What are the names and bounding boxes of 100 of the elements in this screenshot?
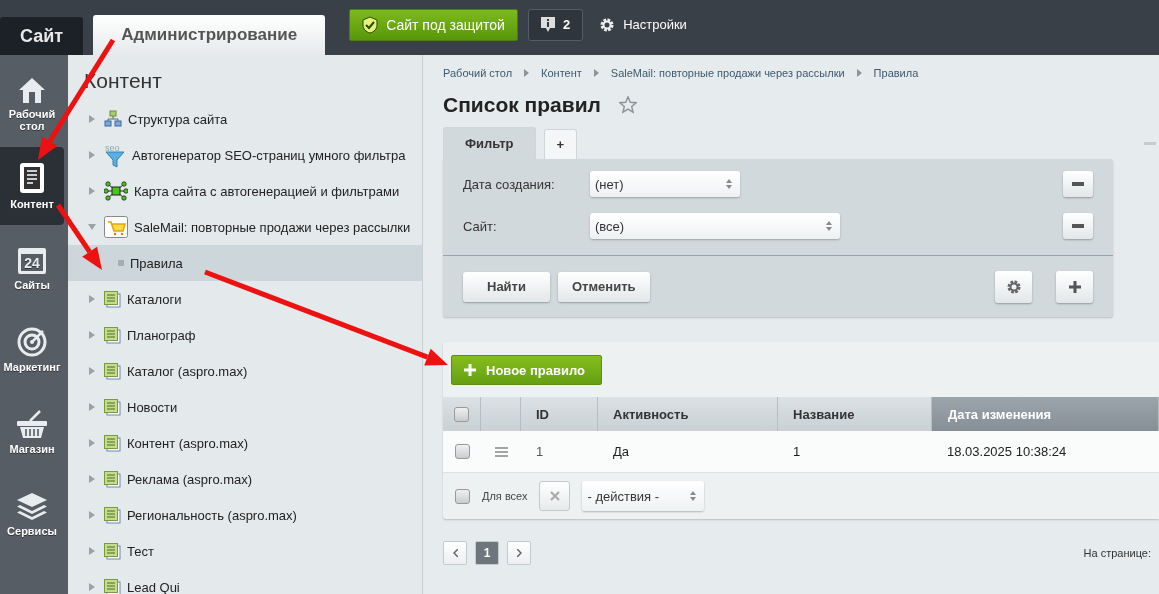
tree-item[interactable]: Планограф: [68, 317, 422, 353]
menu-icon[interactable]: [494, 446, 508, 457]
target-icon: [17, 326, 47, 357]
collapsed-arrow-icon[interactable]: [88, 403, 96, 411]
select-all-checkbox[interactable]: [454, 406, 469, 422]
settings-icon: [1005, 278, 1022, 295]
structure-icon: [104, 110, 122, 128]
tree-item[interactable]: Тест: [68, 533, 422, 569]
previous-page-button[interactable]: [443, 541, 467, 565]
remove-field-button[interactable]: [1063, 213, 1093, 239]
add-field-button[interactable]: [1056, 270, 1093, 303]
plus-icon: [464, 364, 476, 376]
bullet-icon: [118, 260, 124, 266]
tree-item[interactable]: seo Автогенератор SEO-страниц умного фильтра: [68, 137, 422, 173]
dropdown-arrows-icon: [690, 491, 697, 501]
column-header[interactable]: ID: [521, 397, 598, 431]
collapsed-arrow-icon[interactable]: [88, 115, 96, 123]
settings-icon: [599, 16, 616, 33]
tree-item[interactable]: Структура сайта: [68, 101, 422, 137]
cancel-button[interactable]: Отменить: [557, 271, 650, 302]
tree-item[interactable]: Контент (aspro.max): [68, 425, 422, 461]
collapsed-arrow-icon[interactable]: [88, 331, 96, 339]
filter-label: Дата создания:: [463, 176, 556, 192]
column-header[interactable]: Название: [778, 397, 932, 431]
collapsed-arrow-icon[interactable]: [88, 295, 96, 303]
column-header[interactable]: Активность: [598, 397, 778, 431]
shield-icon: [362, 15, 379, 34]
table-cell: 1: [778, 431, 932, 473]
list-icon: [104, 542, 121, 560]
nav-item[interactable]: Магазин: [0, 393, 64, 471]
list-icon: [104, 470, 121, 488]
nav-item[interactable]: Маркетинг: [0, 311, 64, 389]
add-filter-tab[interactable]: +: [543, 129, 578, 159]
nav-item[interactable]: 24 Сайты: [0, 229, 64, 307]
table-cell: Да: [598, 431, 778, 473]
actions-select[interactable]: - действия -: [582, 481, 705, 511]
chevron-icon: [856, 69, 862, 77]
filter-select[interactable]: (все): [590, 213, 840, 239]
page-button[interactable]: 1: [475, 541, 499, 565]
collapsed-arrow-icon[interactable]: [88, 583, 96, 591]
list-icon: [104, 290, 121, 308]
next-page-button[interactable]: [507, 541, 531, 565]
chevron-icon: [524, 69, 530, 77]
filter-select[interactable]: (нет): [590, 171, 740, 197]
table-cell: 18.03.2025 10:38:24: [932, 431, 1159, 473]
tree-item[interactable]: Правила: [68, 245, 422, 281]
breadcrumb-link[interactable]: Рабочий стол: [443, 67, 513, 79]
nav-item[interactable]: Контент: [0, 147, 64, 225]
tree-item[interactable]: Lead Qui: [68, 569, 422, 594]
tree-item[interactable]: Каталоги: [68, 281, 422, 317]
find-button[interactable]: Найти: [463, 271, 550, 302]
per-page-label: На странице:: [1083, 547, 1151, 559]
minus-icon: [1072, 182, 1084, 186]
list-icon: [104, 326, 121, 344]
list-icon: [104, 362, 121, 380]
collapsed-arrow-icon[interactable]: [88, 475, 96, 483]
page-title: Список правил: [443, 93, 601, 117]
close-icon: [550, 491, 560, 501]
cart-icon: [104, 216, 128, 238]
star-icon[interactable]: [618, 96, 637, 114]
settings-link[interactable]: Настройки: [599, 16, 687, 33]
list-icon: [104, 398, 121, 416]
breadcrumb-link[interactable]: Контент: [541, 67, 582, 79]
nav-item[interactable]: Рабочий стол: [0, 65, 64, 143]
remove-field-button[interactable]: [1063, 171, 1093, 197]
breadcrumb-link[interactable]: SaleMail: повторные продажи через рассылки: [610, 67, 845, 79]
tree-item[interactable]: Новости: [68, 389, 422, 425]
layers-icon: [16, 490, 48, 521]
collapsed-arrow-icon[interactable]: [88, 439, 96, 447]
list-icon: [104, 506, 121, 524]
annotation-arrow: [55, 203, 102, 270]
plus-icon: [1068, 280, 1081, 293]
for-all-checkbox[interactable]: [455, 488, 470, 504]
collapsed-arrow-icon[interactable]: [88, 547, 96, 555]
collapsed-arrow-icon[interactable]: [88, 187, 96, 195]
tree-item[interactable]: Карта сайта с автогенерацией и фильтрами: [68, 173, 422, 209]
top-tab[interactable]: Сайт: [0, 17, 84, 55]
settings-button[interactable]: [995, 270, 1032, 303]
top-tab[interactable]: Администрирование: [93, 15, 326, 55]
chevron-icon: [593, 69, 599, 77]
filter-tab[interactable]: Фильтр: [443, 127, 536, 159]
expanded-arrow-icon[interactable]: [88, 223, 96, 231]
collapsed-arrow-icon[interactable]: [88, 367, 96, 375]
row-checkbox[interactable]: [454, 444, 470, 459]
notifications-button[interactable]: 2: [527, 8, 584, 41]
basket-icon: [16, 408, 48, 439]
tree-item[interactable]: Региональность (aspro.max): [68, 497, 422, 533]
info-icon: [540, 17, 555, 32]
delete-button[interactable]: [539, 481, 571, 511]
collapse-icon[interactable]: [1144, 141, 1156, 145]
breadcrumb-link[interactable]: Правила: [873, 67, 919, 79]
for-all-label: Для всех: [482, 490, 528, 502]
nav-item[interactable]: Сервисы: [0, 475, 64, 553]
collapsed-arrow-icon[interactable]: [88, 151, 96, 159]
dropdown-arrows-icon: [726, 179, 732, 189]
tree-item[interactable]: Реклама (aspro.max): [68, 461, 422, 497]
tree-item[interactable]: SaleMail: повторные продажи через рассылки: [68, 209, 422, 245]
collapsed-arrow-icon[interactable]: [88, 511, 96, 519]
table-cell: 1: [521, 431, 598, 473]
tree-item[interactable]: Каталог (aspro.max): [68, 353, 422, 389]
